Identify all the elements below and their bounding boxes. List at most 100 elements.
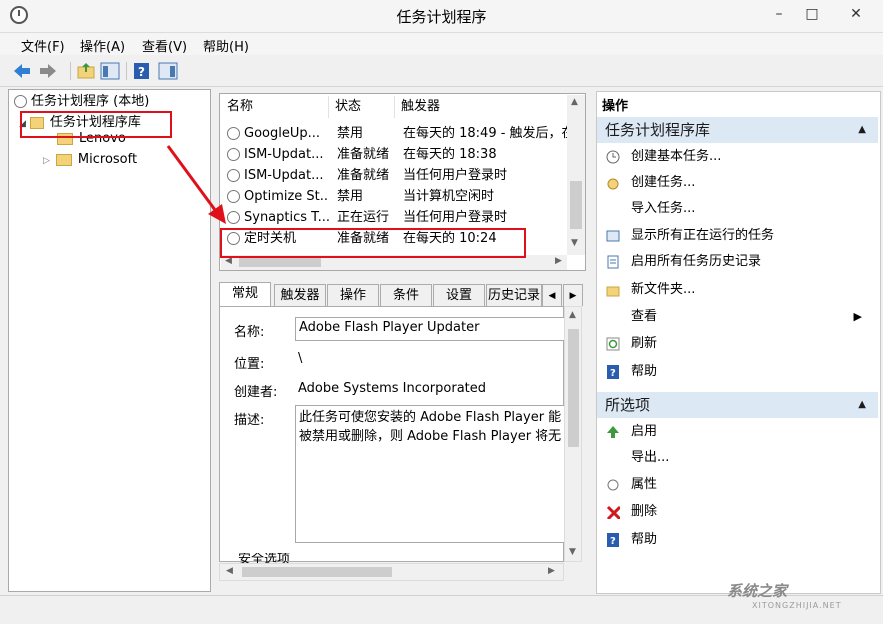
- toolbar-separator: [126, 62, 127, 80]
- submenu-arrow-icon: ▶: [853, 310, 862, 323]
- task-status: 准备就绪: [337, 168, 390, 183]
- scroll-up-icon[interactable]: ▲: [571, 97, 578, 107]
- action-view[interactable]: 查看 ▶: [597, 304, 878, 330]
- clock-icon: [607, 479, 619, 491]
- maximize-button[interactable]: □: [798, 4, 826, 24]
- task-status: 禁用: [337, 189, 364, 204]
- action-create-task[interactable]: 创建任务...: [597, 170, 878, 196]
- tab-general[interactable]: 常规: [219, 282, 271, 307]
- tree-root[interactable]: 任务计划程序 (本地): [14, 92, 149, 112]
- scroll-down-icon[interactable]: ▼: [569, 547, 576, 557]
- action-refresh[interactable]: 刷新: [597, 331, 878, 357]
- table-row[interactable]: GoogleUp... 禁用 在每天的 18:49 - 触发后，在: [221, 123, 567, 144]
- action-label: 创建任务...: [631, 175, 696, 190]
- expand-arrow-icon[interactable]: ▷: [43, 156, 50, 166]
- menu-action[interactable]: 操作(A): [80, 36, 125, 55]
- action-create-basic-task[interactable]: 创建基本任务...: [597, 144, 878, 170]
- column-header-status[interactable]: 状态: [329, 96, 395, 118]
- watermark-url: XITONGZHIJIA.NET: [752, 601, 842, 610]
- name-field[interactable]: Adobe Flash Player Updater: [295, 317, 565, 341]
- tab-scroll-right-icon[interactable]: ▶: [563, 284, 583, 306]
- action-enable[interactable]: 启用: [597, 419, 878, 445]
- author-label: 创建者:: [234, 385, 278, 400]
- task-name: ISM-Updat...: [244, 168, 324, 183]
- actions-pane: 操作 任务计划程序库 ▲ 创建基本任务... 创建任务... 导入任务... 显…: [596, 91, 881, 594]
- action-label: 查看: [631, 309, 658, 324]
- author-value: Adobe Systems Incorporated: [298, 381, 487, 396]
- section-title: 任务计划程序库: [605, 121, 711, 139]
- action-label: 创建基本任务...: [631, 149, 722, 164]
- task-detail: 常规 触发器 操作 条件 设置 历史记录 ◀ ▶ 名称: Adobe Flash…: [219, 280, 586, 584]
- scroll-up-icon[interactable]: ▲: [569, 310, 576, 320]
- action-help[interactable]: ? 帮助: [597, 359, 878, 385]
- task-status: 禁用: [337, 126, 364, 141]
- show-tree-icon[interactable]: [100, 62, 120, 80]
- task-name: Synaptics T...: [244, 210, 329, 225]
- help-icon[interactable]: ?: [132, 62, 152, 80]
- help-icon: ?: [607, 365, 619, 379]
- tab-conditions[interactable]: 条件: [380, 284, 432, 306]
- help-icon: ?: [607, 533, 619, 547]
- tab-settings[interactable]: 设置: [433, 284, 485, 306]
- up-folder-icon[interactable]: [76, 62, 96, 80]
- action-show-running-tasks[interactable]: 显示所有正在运行的任务: [597, 223, 878, 249]
- task-name: ISM-Updat...: [244, 147, 324, 162]
- tree-item-microsoft[interactable]: ▷ Microsoft: [43, 150, 137, 170]
- table-row[interactable]: Synaptics T... 正在运行 当任何用户登录时: [221, 207, 567, 228]
- table-row[interactable]: Optimize St... 禁用 当计算机空闲时: [221, 186, 567, 207]
- name-label: 名称:: [234, 325, 265, 340]
- tab-history[interactable]: 历史记录: [486, 284, 542, 306]
- tree-root-label: 任务计划程序 (本地): [31, 94, 150, 109]
- action-properties[interactable]: 属性: [597, 472, 878, 498]
- action-label: 属性: [631, 477, 658, 492]
- scroll-left-icon[interactable]: ◀: [226, 566, 233, 576]
- tab-actions[interactable]: 操作: [327, 284, 379, 306]
- general-tab-content: 名称: Adobe Flash Player Updater 位置: \ 创建者…: [219, 306, 565, 563]
- menu-help[interactable]: 帮助(H): [203, 36, 249, 55]
- section-header-selected[interactable]: 所选项 ▲: [597, 392, 878, 418]
- toolbar-separator: [70, 62, 71, 80]
- toolbar: ?: [0, 56, 883, 87]
- tab-triggers[interactable]: 触发器: [274, 284, 326, 306]
- new-task-icon: [607, 178, 619, 190]
- menu-view[interactable]: 查看(V): [142, 36, 187, 55]
- task-status: 正在运行: [337, 210, 390, 225]
- column-header-trigger[interactable]: 触发器: [395, 96, 567, 118]
- table-row[interactable]: ISM-Updat... 准备就绪 在每天的 18:38: [221, 144, 567, 165]
- scroll-down-icon[interactable]: ▼: [571, 238, 578, 248]
- column-header-name[interactable]: 名称: [221, 96, 329, 118]
- title-bar: 任务计划程序 – □ ✕: [0, 0, 883, 33]
- action-export[interactable]: 导出...: [597, 445, 878, 471]
- action-label: 新文件夹...: [631, 282, 696, 297]
- action-label: 帮助: [631, 364, 658, 379]
- task-trigger: 在每天的 18:49 - 触发后，在: [403, 126, 567, 141]
- task-name: Optimize St...: [244, 189, 329, 204]
- scroll-right-icon[interactable]: ▶: [548, 566, 555, 576]
- collapse-arrow-icon[interactable]: ▲: [858, 392, 866, 418]
- detail-vertical-scrollbar[interactable]: ▲ ▼: [564, 306, 582, 562]
- action-import-task[interactable]: 导入任务...: [597, 196, 878, 222]
- action-help-selected[interactable]: ? 帮助: [597, 527, 878, 553]
- tab-scroll-left-icon[interactable]: ◀: [542, 284, 562, 306]
- detail-horizontal-scrollbar[interactable]: ◀ ▶: [219, 563, 564, 581]
- action-delete[interactable]: 删除: [597, 499, 878, 525]
- list-vertical-scrollbar[interactable]: ▲ ▼: [567, 95, 585, 255]
- menu-file[interactable]: 文件(F): [21, 36, 65, 55]
- forward-arrow-icon[interactable]: [38, 62, 58, 80]
- collapse-arrow-icon[interactable]: ▲: [858, 117, 866, 143]
- action-enable-history[interactable]: 启用所有任务历史记录: [597, 249, 878, 275]
- action-label: 启用: [631, 424, 658, 439]
- table-row[interactable]: ISM-Updat... 准备就绪 当任何用户登录时: [221, 165, 567, 186]
- minimize-button[interactable]: –: [765, 4, 793, 24]
- scroll-right-icon[interactable]: ▶: [555, 256, 562, 266]
- section-header-library[interactable]: 任务计划程序库 ▲: [597, 117, 878, 143]
- description-line: 此任务可使您安装的 Adobe Flash Player 能: [299, 410, 562, 425]
- description-field[interactable]: 此任务可使您安装的 Adobe Flash Player 能 被禁用或删除，则 …: [295, 405, 565, 543]
- back-arrow-icon[interactable]: [12, 62, 32, 80]
- action-new-folder[interactable]: 新文件夹...: [597, 277, 878, 303]
- description-line: 被禁用或删除，则 Adobe Flash Player 将无: [299, 429, 562, 444]
- action-label: 启用所有任务历史记录: [631, 254, 762, 269]
- clock-icon: [227, 127, 240, 140]
- close-button[interactable]: ✕: [836, 4, 876, 24]
- show-action-pane-icon[interactable]: [158, 62, 178, 80]
